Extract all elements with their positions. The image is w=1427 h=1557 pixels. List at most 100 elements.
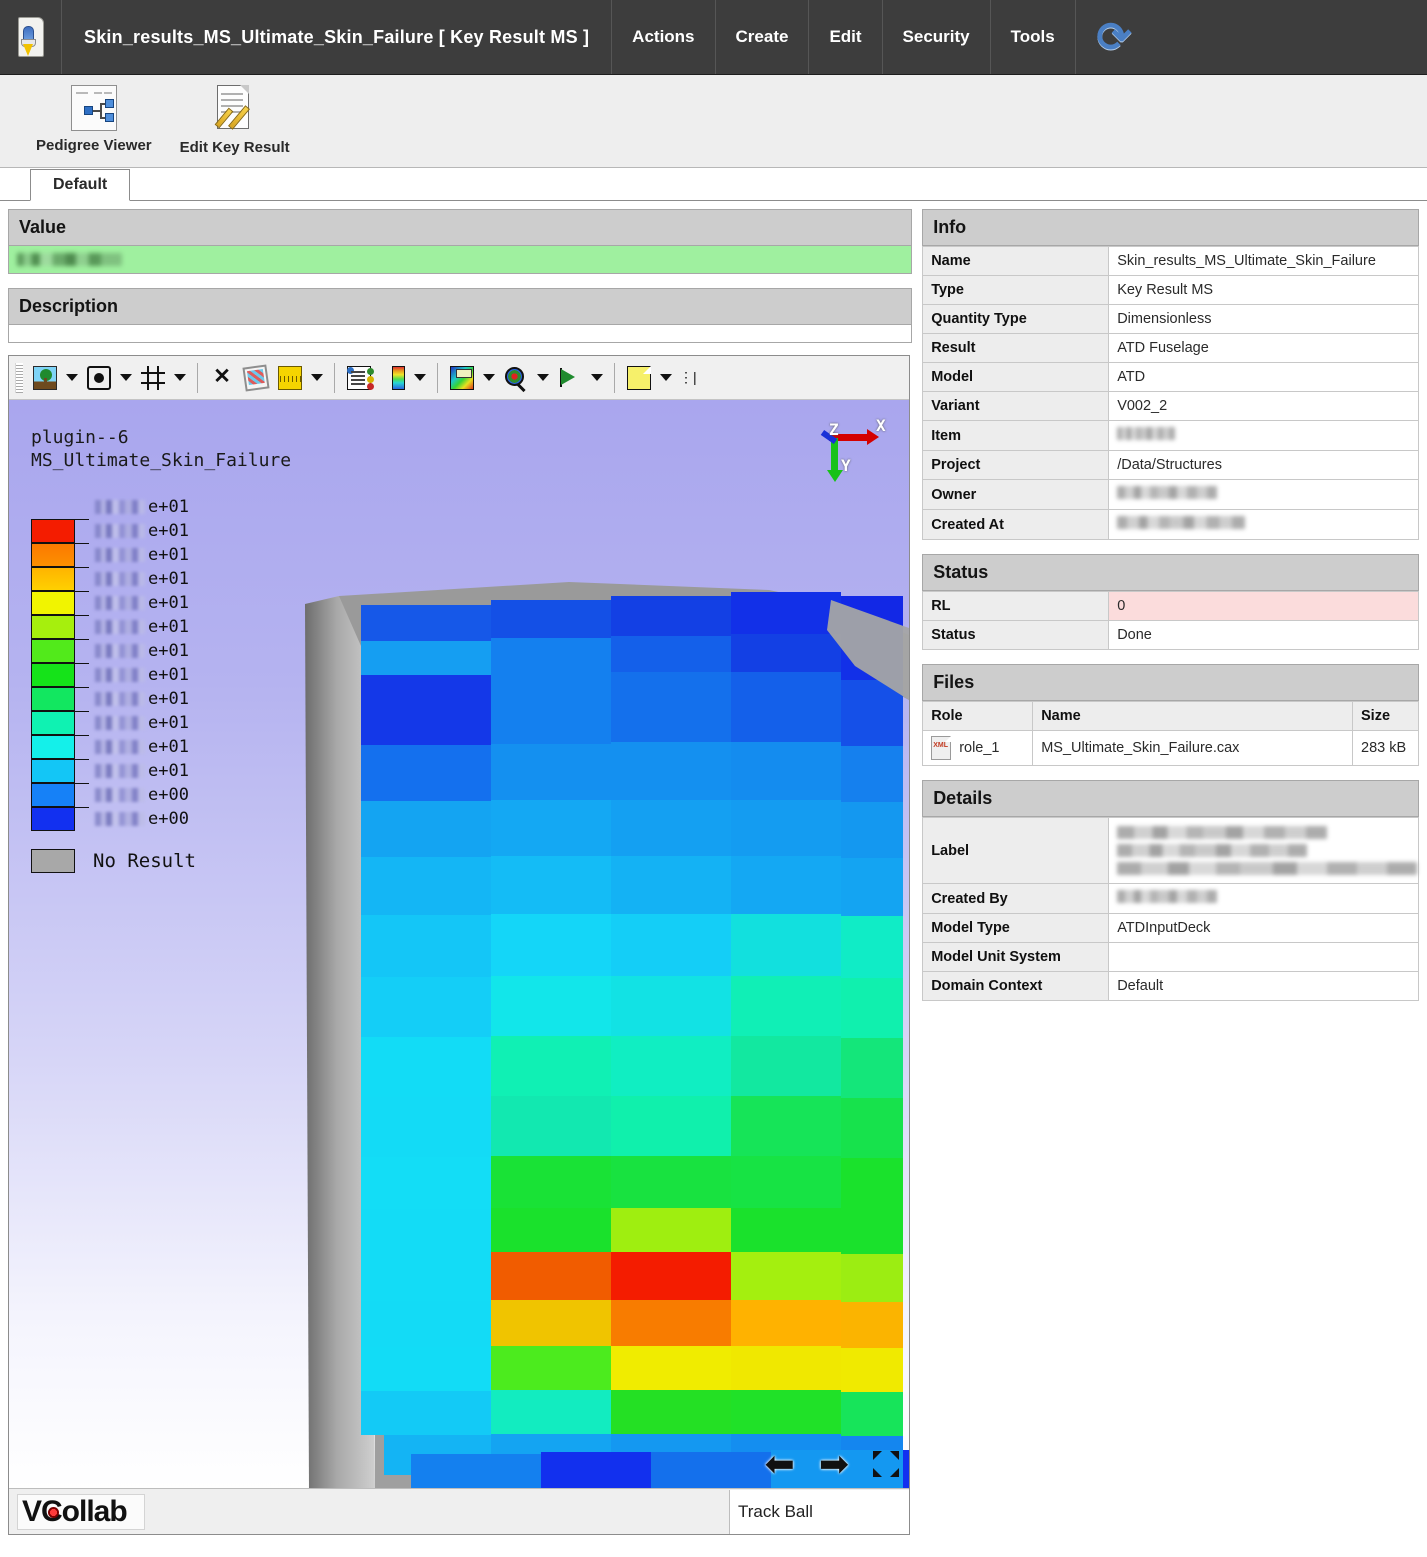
legend-tick-label: e+01 — [95, 737, 189, 757]
details-key: Created By — [922, 883, 1110, 914]
color-bar-dropdown[interactable] — [411, 362, 429, 394]
files-col-name: Name — [1032, 701, 1353, 731]
pedigree-viewer-button[interactable]: Pedigree Viewer — [22, 83, 166, 156]
report-page-button[interactable] — [623, 362, 655, 394]
info-value: /Data/Structures — [1108, 450, 1419, 480]
grid-button[interactable] — [137, 362, 169, 394]
menu-actions[interactable]: Actions — [612, 0, 716, 74]
value-redacted-text — [17, 253, 122, 266]
menu-edit[interactable]: Edit — [809, 0, 883, 74]
legend-swatch — [31, 543, 75, 567]
report-page-dropdown[interactable] — [657, 362, 675, 394]
status-key: Status — [922, 620, 1110, 650]
legend-swatch — [31, 567, 75, 591]
toolbar-separator — [334, 362, 335, 393]
details-value — [1108, 942, 1419, 972]
legend-tick-label: e+01 — [95, 713, 189, 733]
animate-button[interactable] — [554, 362, 586, 394]
info-value: Key Result MS — [1108, 275, 1419, 305]
legend-row: e+01 — [31, 759, 196, 783]
table-row: Created At — [922, 509, 1419, 540]
explode-button[interactable]: ✕ — [206, 362, 238, 394]
tab-strip: Default — [0, 168, 1427, 201]
report-page-icon — [627, 365, 651, 390]
edit-key-result-button[interactable]: Edit Key Result — [166, 83, 304, 158]
legend-swatch — [31, 735, 75, 759]
info-value: Dimensionless — [1108, 304, 1419, 334]
arrow-left-icon[interactable]: ⬅ — [765, 1446, 795, 1482]
ribbon-toolbar: Pedigree Viewer Edit Key Result — [0, 75, 1427, 168]
vcollab-brand-text: VCollab — [22, 1494, 128, 1528]
table-row: Item — [922, 420, 1419, 451]
toolbar-grip[interactable] — [15, 362, 23, 393]
legend-row: e+01 — [31, 543, 196, 567]
viewer-mode-label: Track Ball — [729, 1489, 909, 1534]
viewer-canvas[interactable]: plugin--6 MS_Ultimate_Skin_Failure X Y Z — [9, 400, 909, 1490]
edit-key-result-label: Edit Key Result — [179, 139, 290, 156]
table-row[interactable]: XML role_1 MS_Ultimate_Skin_Failure.cax … — [922, 730, 1419, 766]
legend-swatch — [31, 783, 75, 807]
probe-dropdown[interactable] — [534, 362, 552, 394]
file-size-cell: 283 kB — [1352, 730, 1419, 766]
status-badge: 0 — [1108, 591, 1419, 621]
fit-view-dropdown[interactable] — [117, 362, 135, 394]
info-panel: Info Name Skin_results_MS_Ultimate_Skin_F… — [922, 209, 1419, 540]
measure-icon — [278, 365, 302, 390]
result-3d-viewer[interactable]: ✕ ⋮| plugin--6 MS_Ultimate_Skin_Failure … — [8, 355, 910, 1535]
tab-default[interactable]: Default — [30, 169, 131, 201]
chevron-down-icon — [537, 374, 549, 381]
measure-dropdown[interactable] — [308, 362, 326, 394]
table-row: Result ATD Fuselage — [922, 333, 1419, 363]
file-role-label: role_1 — [959, 740, 1000, 756]
details-table: Label Created By Model Type ATDInputDeck … — [922, 817, 1419, 1001]
info-table: Name Skin_results_MS_Ultimate_Skin_Failur… — [922, 246, 1419, 540]
table-row: Model ATD — [922, 362, 1419, 392]
description-field[interactable] — [8, 325, 913, 343]
menu-tools[interactable]: Tools — [991, 0, 1076, 74]
edit-key-result-icon — [212, 85, 258, 133]
fit-view-button[interactable] — [83, 362, 115, 394]
toolbar-separator — [614, 362, 615, 393]
toolbar-overflow-icon[interactable]: ⋮| — [679, 369, 697, 386]
legend-tick-label: e+01 — [95, 569, 189, 589]
menu-create[interactable]: Create — [716, 0, 810, 74]
contour-icon — [450, 365, 474, 390]
refresh-button[interactable]: ⟲ — [1076, 0, 1154, 74]
cube-view-icon — [242, 363, 270, 392]
contour-dropdown[interactable] — [480, 362, 498, 394]
legend-row: e+01 — [31, 711, 196, 735]
description-section: Description — [8, 288, 913, 343]
details-value: Default — [1108, 971, 1419, 1001]
legend-swatch — [31, 807, 75, 831]
legend-row: e+01 — [31, 519, 196, 543]
scene-tree-button[interactable] — [29, 362, 61, 394]
contour-button[interactable] — [446, 362, 478, 394]
measure-button[interactable] — [274, 362, 306, 394]
legend-row: e+01 — [31, 687, 196, 711]
info-value: ATD Fuselage — [1108, 333, 1419, 363]
key-result-app-icon — [14, 17, 48, 57]
grid-dropdown[interactable] — [171, 362, 189, 394]
files-table: Role Name Size XML role_1 MS_Ultimate_Sk… — [922, 701, 1419, 766]
cube-view-button[interactable] — [240, 362, 272, 394]
menu-security[interactable]: Security — [883, 0, 991, 74]
legend-row: e+01 — [31, 615, 196, 639]
details-key: Label — [922, 817, 1110, 884]
legend-swatch — [31, 687, 75, 711]
arrow-right-icon[interactable]: ➡ — [819, 1446, 849, 1482]
file-name-cell[interactable]: MS_Ultimate_Skin_Failure.cax — [1032, 730, 1353, 766]
scene-tree-dropdown[interactable] — [63, 362, 81, 394]
info-key: Project — [922, 450, 1110, 480]
fullscreen-icon[interactable] — [873, 1451, 899, 1477]
contour-legend: e+01 e+01 e+01 e+01 e+01 e+01 e+01 e+01 … — [31, 495, 196, 873]
legend-tick-label: e+01 — [95, 593, 189, 613]
legend-tick-label: e+01 — [95, 689, 189, 709]
viewer-toolbar: ✕ ⋮| — [9, 356, 909, 400]
properties-button[interactable] — [343, 362, 375, 394]
color-bar-button[interactable] — [377, 362, 409, 394]
fit-view-icon — [87, 365, 111, 390]
probe-button[interactable] — [500, 362, 532, 394]
animate-dropdown[interactable] — [588, 362, 606, 394]
pedigree-viewer-icon — [70, 85, 117, 131]
chevron-down-icon — [414, 374, 426, 381]
